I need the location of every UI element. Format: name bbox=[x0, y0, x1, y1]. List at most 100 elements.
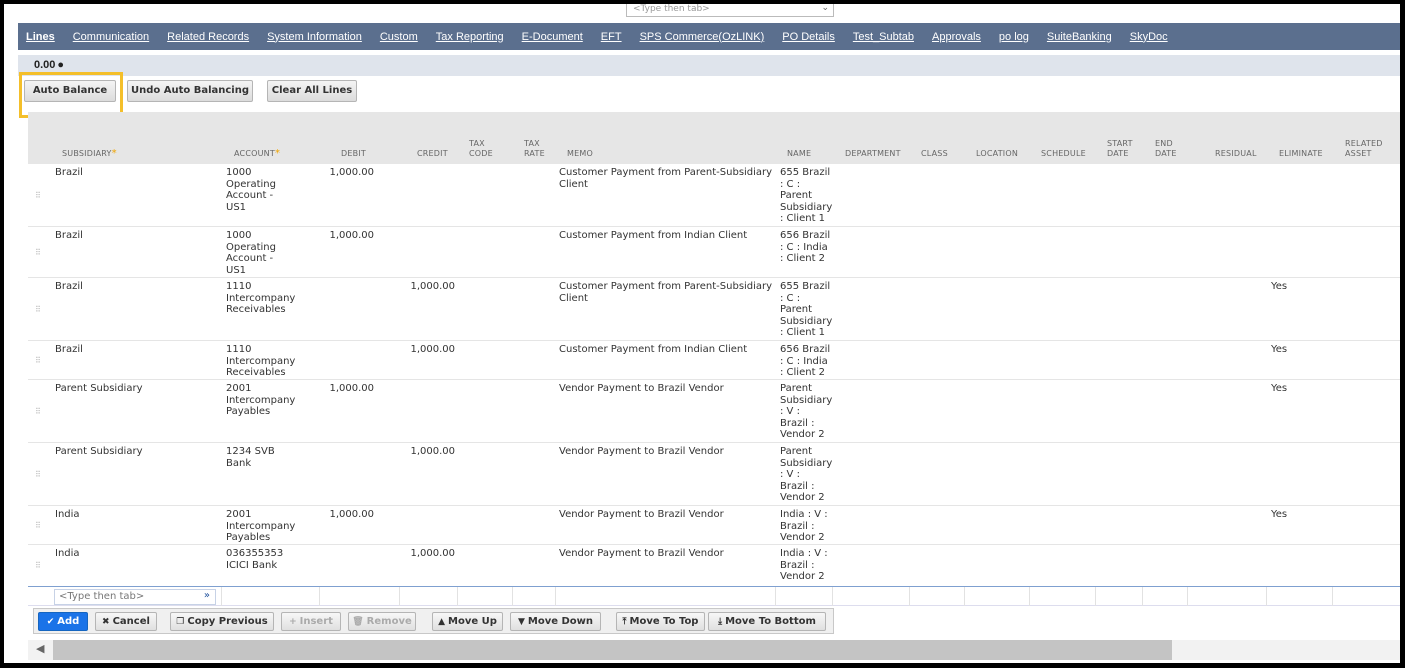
drag-handle-icon[interactable]: ⠿ bbox=[35, 305, 41, 314]
cell-line: India : V : bbox=[780, 509, 828, 520]
column-header-tax-rate[interactable]: TAX RATE bbox=[524, 139, 545, 159]
arrow-top-icon: ⤒ bbox=[622, 617, 627, 627]
cell-line: 036355353 bbox=[226, 548, 284, 559]
column-header-class[interactable]: CLASS bbox=[921, 149, 948, 159]
drag-handle-icon[interactable]: ⠿ bbox=[35, 248, 41, 257]
table-row[interactable]: ⠿ Parent Subsidiary 1234 SVB Bank 1,000.00 Ve… bbox=[28, 443, 1400, 506]
cell-line: Customer Payment from Indian Client bbox=[559, 344, 748, 355]
column-header-account[interactable]: ACCOUNT* bbox=[234, 149, 280, 159]
move-up-button[interactable]: ▲ Move Up bbox=[432, 612, 503, 631]
column-header-start-date[interactable]: START DATE bbox=[1107, 139, 1133, 159]
move-down-button[interactable]: ▼ Move Down bbox=[510, 612, 601, 631]
drag-handle-icon[interactable]: ⠿ bbox=[35, 470, 41, 479]
cell-line: 2001 bbox=[226, 509, 252, 520]
table-row[interactable]: ⠿ Brazil 1000 Operating Account - US1 1,000.00… bbox=[28, 227, 1400, 278]
horizontal-scrollbar[interactable]: ◀ bbox=[28, 640, 1400, 660]
cell-eliminate: Yes bbox=[1271, 281, 1288, 292]
button-label: Move Down bbox=[527, 616, 594, 627]
cell-line: Vendor Payment to Brazil Vendor bbox=[559, 383, 724, 394]
top-type-select[interactable]: <Type then tab> ⌄ bbox=[626, 4, 834, 17]
remove-button[interactable]: 🗑 Remove bbox=[348, 612, 416, 631]
cell-name: 656 Brazil: C : India: Client 2 bbox=[780, 230, 838, 265]
drag-handle-icon[interactable]: ⠿ bbox=[35, 521, 41, 530]
drag-handle-icon[interactable]: ⠿ bbox=[35, 191, 41, 200]
column-header-memo[interactable]: MEMO bbox=[567, 149, 593, 159]
tab-system-information[interactable]: System Information bbox=[267, 31, 362, 43]
scroll-left-icon[interactable]: ◀ bbox=[36, 642, 44, 655]
move-to-top-button[interactable]: ⤒ Move To Top bbox=[616, 612, 705, 631]
cell-line: India : V : bbox=[780, 548, 828, 559]
tab-related-records[interactable]: Related Records bbox=[167, 31, 249, 43]
cell-line: Subsidiary bbox=[780, 394, 833, 406]
drag-handle-icon[interactable]: ⠿ bbox=[35, 356, 41, 365]
insert-button[interactable]: + Insert bbox=[281, 612, 341, 631]
tab-sps-commerce-ozlink[interactable]: SPS Commerce(OzLINK) bbox=[640, 31, 765, 43]
column-header-department[interactable]: DEPARTMENT bbox=[845, 149, 901, 159]
column-header-subsidiary[interactable]: SUBSIDIARY* bbox=[62, 149, 117, 159]
column-header-schedule[interactable]: SCHEDULE bbox=[1041, 149, 1086, 159]
cell-line: 1000 bbox=[226, 230, 252, 241]
tab-eft[interactable]: EFT bbox=[601, 31, 622, 43]
column-header-related-asset[interactable]: RELATED ASSET bbox=[1345, 139, 1383, 159]
entry-column-divider bbox=[832, 587, 833, 606]
chevron-down-icon: ⌄ bbox=[821, 4, 829, 13]
cell-name: Parent Subsidiary: V : Brazil : Vendor 2 bbox=[780, 446, 838, 504]
tab-tax-reporting[interactable]: Tax Reporting bbox=[436, 31, 504, 43]
add-button[interactable]: ✔ Add bbox=[38, 612, 88, 631]
table-row[interactable]: ⠿ India 036355353 ICICI Bank 1,000.00 Vendor … bbox=[28, 545, 1400, 587]
table-row[interactable]: ⠿ India 2001 Intercompany Payables 1,000.00 Ve… bbox=[28, 506, 1400, 545]
column-header-label: LOCATION bbox=[976, 149, 1019, 158]
cell-line: Brazil : bbox=[780, 520, 815, 532]
tab-test-subtab[interactable]: Test_Subtab bbox=[853, 31, 914, 43]
subsidiary-entry-select[interactable]: <Type then tab> » bbox=[54, 589, 216, 605]
new-line-entry-row: <Type then tab> » bbox=[28, 586, 1400, 606]
column-header-debit[interactable]: DEBIT bbox=[341, 149, 366, 159]
table-row[interactable]: ⠿ Brazil 1000 Operating Account - US1 1,000.00… bbox=[28, 164, 1400, 227]
cell-account: 1000 Operating Account - US1 bbox=[226, 230, 316, 276]
drag-handle-icon[interactable]: ⠿ bbox=[35, 561, 41, 570]
column-header-end-date[interactable]: END DATE bbox=[1155, 139, 1177, 159]
copy-previous-button[interactable]: ❐ Copy Previous bbox=[170, 612, 274, 631]
trash-icon: 🗑 bbox=[352, 617, 364, 627]
column-header-line: TAX bbox=[469, 139, 485, 148]
column-header-label: CREDIT bbox=[417, 149, 448, 158]
tab-communication[interactable]: Communication bbox=[73, 31, 149, 43]
cell-line: : C : bbox=[780, 178, 801, 190]
table-row[interactable]: ⠿ Parent Subsidiary 2001 Intercompany Payabl… bbox=[28, 380, 1400, 443]
move-to-bottom-button[interactable]: ⤓ Move To Bottom bbox=[708, 612, 826, 631]
cell-line: Customer Payment from Indian Client bbox=[559, 230, 748, 241]
tab-po-log[interactable]: po log bbox=[999, 31, 1029, 43]
drag-handle-icon[interactable]: ⠿ bbox=[35, 407, 41, 416]
column-header-name[interactable]: NAME bbox=[787, 149, 811, 159]
column-header-label: ELIMINATE bbox=[1279, 149, 1323, 158]
cell-credit: 1,000.00 bbox=[410, 446, 455, 457]
tab-approvals[interactable]: Approvals bbox=[932, 31, 981, 43]
table-row[interactable]: ⠿ Brazil 1110 Intercompany Receivables 1,000.… bbox=[28, 341, 1400, 380]
cell-line: Subsidiary bbox=[780, 201, 833, 213]
undo-auto-balancing-button[interactable]: Undo Auto Balancing bbox=[127, 80, 253, 102]
column-header-credit[interactable]: CREDIT bbox=[417, 149, 448, 159]
button-label: Cancel bbox=[112, 616, 150, 627]
tab-lines[interactable]: Lines bbox=[26, 31, 55, 43]
column-header-line: DATE bbox=[1107, 149, 1129, 158]
tab-skydoc[interactable]: SkyDoc bbox=[1130, 31, 1168, 43]
cell-line: Brazil : bbox=[780, 480, 815, 492]
table-row[interactable]: ⠿ Brazil 1110 Intercompany Receivables 1,000.… bbox=[28, 278, 1400, 341]
column-header-label: SCHEDULE bbox=[1041, 149, 1086, 158]
auto-balance-button[interactable]: Auto Balance bbox=[24, 80, 116, 102]
clear-all-lines-button[interactable]: Clear All Lines bbox=[267, 80, 357, 102]
cell-line: 1000 bbox=[226, 167, 252, 178]
tab-suitebanking[interactable]: SuiteBanking bbox=[1047, 31, 1112, 43]
column-header-line: DATE bbox=[1155, 149, 1177, 158]
column-header-eliminate[interactable]: ELIMINATE bbox=[1279, 149, 1323, 159]
cancel-button[interactable]: ✖ Cancel bbox=[95, 612, 157, 631]
tab-custom[interactable]: Custom bbox=[380, 31, 418, 43]
scrollbar-thumb[interactable] bbox=[53, 640, 1172, 660]
column-header-residual[interactable]: RESIDUAL bbox=[1215, 149, 1257, 159]
column-header-location[interactable]: LOCATION bbox=[976, 149, 1018, 159]
tab-e-document[interactable]: E-Document bbox=[522, 31, 583, 43]
column-header-tax-code[interactable]: TAX CODE bbox=[469, 139, 493, 159]
tab-po-details[interactable]: PO Details bbox=[782, 31, 835, 43]
cell-line: Vendor 2 bbox=[780, 571, 825, 583]
cell-line: 1110 bbox=[226, 281, 252, 292]
